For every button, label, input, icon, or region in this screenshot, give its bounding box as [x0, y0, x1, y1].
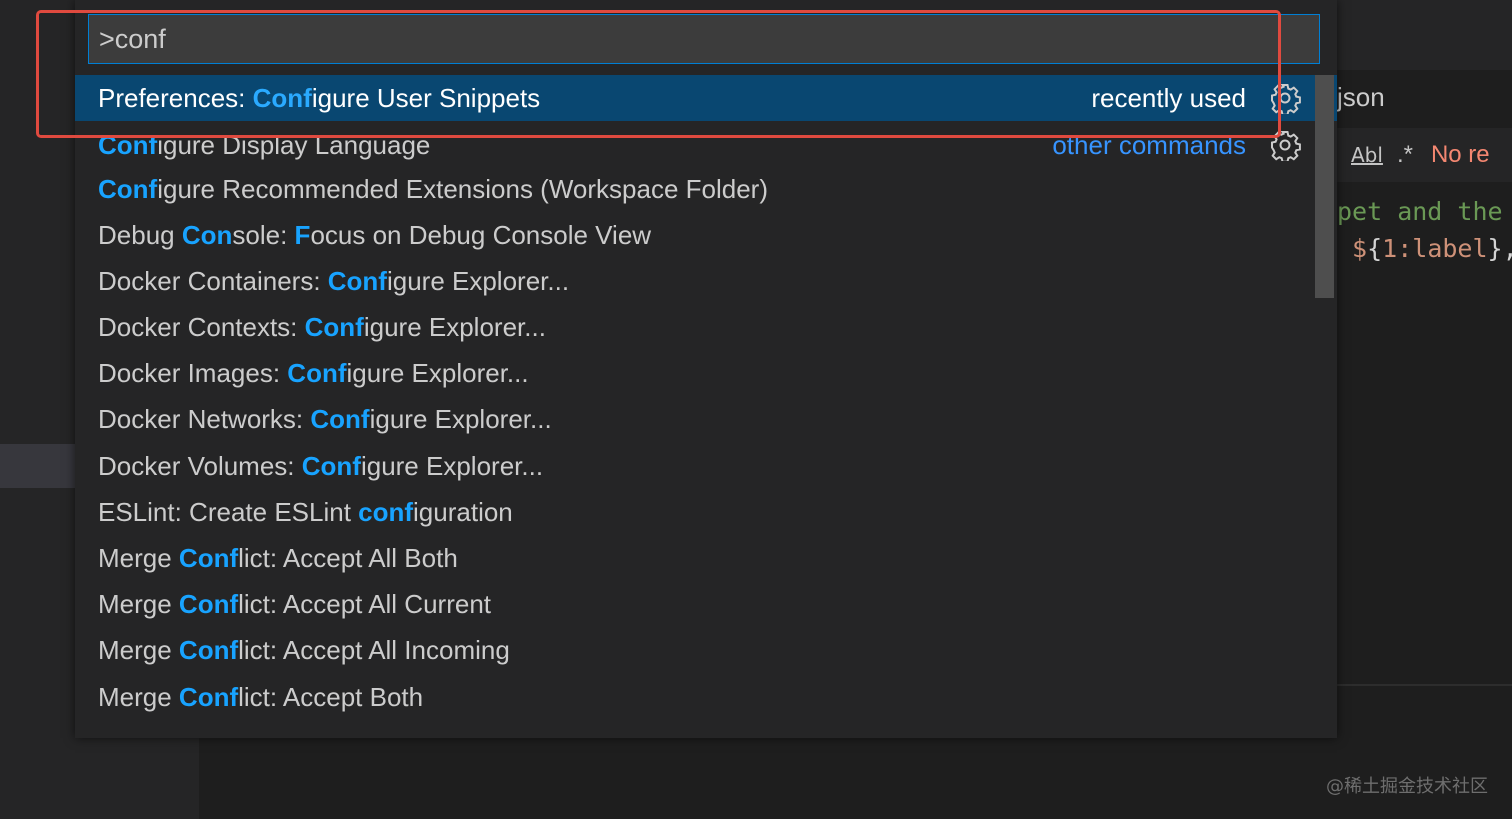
command-item-label: Docker Contexts: Configure Explorer...: [98, 312, 546, 343]
command-group-label: other commands: [1052, 129, 1246, 160]
command-item[interactable]: Docker Containers: Configure Explorer...: [75, 258, 1337, 304]
match-highlight: Conf: [178, 634, 239, 665]
find-result-text: No re: [1430, 141, 1490, 168]
match-highlight: Conf: [287, 357, 347, 388]
divider: [1337, 684, 1512, 686]
code-token: 1:label: [1382, 234, 1488, 263]
watermark: @稀土掘金技术社区: [1326, 776, 1488, 797]
code-line: ${1:label},: [1337, 234, 1512, 263]
command-item[interactable]: Merge Conflict: Accept Both: [75, 674, 1337, 720]
command-item-label: ESLint: Create ESLint configuration: [98, 497, 513, 528]
match-highlight: Conf: [327, 265, 387, 296]
label-text: lict: Accept Both: [238, 681, 424, 712]
label-text: igure Explorer...: [386, 265, 570, 296]
match-highlight: Con: [181, 219, 233, 250]
command-item[interactable]: Merge Conflict: Accept All Both: [75, 535, 1337, 581]
label-text: Merge: [98, 588, 179, 619]
sidebar-panel-background: [75, 738, 199, 819]
match-highlight: Conf: [310, 403, 370, 434]
label-text: ESLint: Create ESLint: [98, 496, 359, 527]
match-highlight: F: [294, 219, 311, 250]
match-highlight: Conf: [301, 450, 361, 481]
command-item[interactable]: Debug Console: Focus on Debug Console Vi…: [75, 212, 1337, 258]
command-item-label: Docker Volumes: Configure Explorer...: [98, 451, 543, 482]
gear-icon[interactable]: [1269, 82, 1301, 116]
command-item[interactable]: Configure Display Language other commands: [75, 122, 1337, 168]
command-item-label: Docker Images: Configure Explorer...: [98, 358, 529, 389]
label-text: ocus on Debug Console View: [310, 219, 652, 250]
label-text: igure Explorer...: [346, 357, 529, 388]
code-token: $: [1337, 234, 1368, 263]
command-item-label: Merge Conflict: Accept All Both: [98, 543, 458, 574]
label-text: igure Explorer...: [360, 450, 544, 481]
command-item-label: Docker Networks: Configure Explorer...: [98, 404, 552, 435]
match-case-toggle[interactable]: Abl: [1351, 143, 1383, 167]
command-item-label: Debug Console: Focus on Debug Console Vi…: [98, 220, 651, 251]
label-text: igure User Snippets: [311, 82, 541, 113]
label-text: Docker Contexts:: [98, 311, 305, 342]
label-text: Docker Volumes:: [98, 450, 302, 481]
label-text: Docker Images:: [98, 357, 288, 388]
label-text: sole:: [232, 219, 295, 250]
command-item[interactable]: Docker Contexts: Configure Explorer...: [75, 304, 1337, 350]
command-palette: Preferences: Configure User Snippetsrece…: [75, 0, 1337, 738]
match-highlight: Conf: [98, 173, 158, 204]
label-text: Docker Networks:: [98, 403, 311, 434]
code-line: pet and the: [1337, 197, 1503, 226]
label-text: iguration: [413, 496, 513, 527]
match-highlight: Conf: [178, 542, 239, 573]
match-highlight: Conf: [252, 82, 312, 113]
regex-toggle[interactable]: .*: [1397, 141, 1413, 169]
command-item[interactable]: Merge Conflict: Accept All Current: [75, 581, 1337, 627]
command-item[interactable]: ESLint: Create ESLint configuration: [75, 489, 1337, 535]
command-item[interactable]: Configure Recommended Extensions (Worksp…: [75, 166, 1337, 212]
match-highlight: conf: [358, 496, 414, 527]
label-text: Merge: [98, 634, 179, 665]
gear-icon[interactable]: [1269, 129, 1301, 163]
command-item-label: Preferences: Configure User Snippets: [98, 83, 540, 114]
command-item[interactable]: Merge Conflict: Accept All Incoming: [75, 627, 1337, 673]
command-item-label: Merge Conflict: Accept Both: [98, 682, 423, 713]
command-list: Preferences: Configure User Snippets rece…: [75, 75, 1337, 725]
command-item[interactable]: Docker Networks: Configure Explorer...: [75, 396, 1337, 442]
command-item-label: Configure Display Language: [98, 130, 430, 161]
label-text: Merge: [98, 681, 179, 712]
command-item-label: Merge Conflict: Accept All Incoming: [98, 635, 510, 666]
command-item-label: Docker Containers: Configure Explorer...: [98, 266, 569, 297]
label-text: lict: Accept All Current: [238, 588, 492, 619]
label-text: lict: Accept All Both: [238, 542, 458, 573]
label-text: Merge: [98, 542, 179, 573]
match-highlight: Conf: [304, 311, 364, 342]
code-brace: },: [1487, 234, 1512, 263]
match-highlight: Conf: [178, 588, 239, 619]
label-text: igure Display Language: [157, 129, 431, 160]
command-item[interactable]: Preferences: Configure User Snippets rece…: [75, 75, 1337, 121]
command-item-label: Merge Conflict: Accept All Current: [98, 589, 491, 620]
sidebar-background: [0, 0, 75, 819]
label-text: lict: Accept All Incoming: [238, 634, 510, 665]
command-item[interactable]: Docker Volumes: Configure Explorer...: [75, 443, 1337, 489]
command-item-label: Configure Recommended Extensions (Worksp…: [98, 174, 768, 205]
palette-input-wrap: [88, 14, 1320, 64]
command-palette-input[interactable]: [88, 14, 1320, 64]
label-text: Preferences:: [98, 82, 253, 113]
match-highlight: Conf: [178, 681, 239, 712]
editor-tab-json[interactable]: json: [1337, 72, 1512, 122]
label-text: igure Explorer...: [369, 403, 552, 434]
sidebar-active-item[interactable]: [0, 444, 75, 488]
find-widget: Abl .* No re: [1337, 128, 1512, 182]
label-text: Docker Containers:: [98, 265, 328, 296]
command-item[interactable]: Docker Images: Configure Explorer...: [75, 350, 1337, 396]
label-text: igure Explorer...: [363, 311, 546, 342]
editor-tab-strip: [1337, 0, 1512, 70]
label-text: igure Recommended Extensions (Workspace …: [157, 173, 768, 204]
vscode-window: json Abl .* No re pet and the ${1:label}…: [0, 0, 1512, 819]
code-brace: {: [1367, 234, 1383, 263]
command-group-label: recently used: [1091, 82, 1246, 113]
match-highlight: Conf: [98, 129, 158, 160]
label-text: Debug: [98, 219, 182, 250]
scrollbar-thumb[interactable]: [1315, 75, 1334, 298]
